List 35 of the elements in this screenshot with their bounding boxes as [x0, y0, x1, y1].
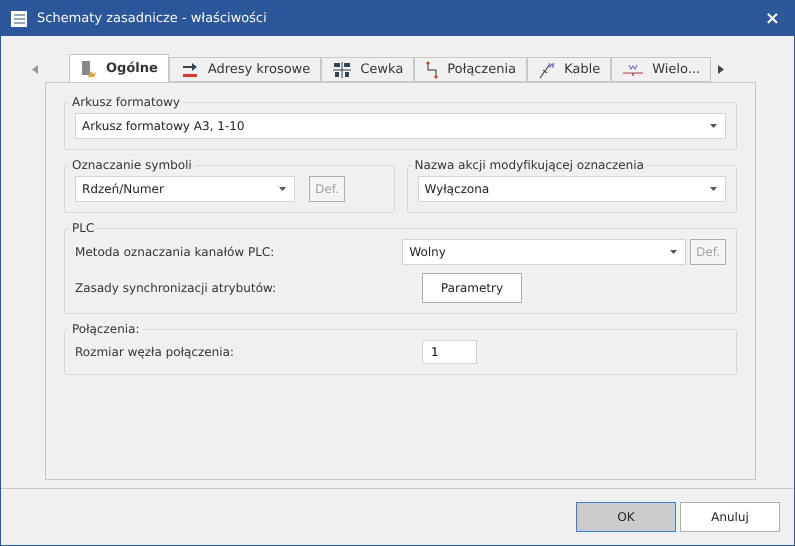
dropdown[interactable]: Rdzeń/Numer [75, 176, 295, 202]
building-icon [80, 60, 98, 78]
field-label: Metoda oznaczania kanałów PLC: [75, 245, 276, 259]
coil-symbol-icon [332, 60, 352, 78]
multiwire-icon [622, 62, 644, 76]
group-title: PLC [71, 221, 96, 235]
ok-button[interactable]: OK [576, 502, 676, 532]
group-title: Arkusz formatowy [71, 95, 181, 109]
dropdown[interactable]: Wolny [402, 239, 686, 265]
dropdown-caret-icon [279, 187, 286, 191]
dropdown-caret-icon [670, 250, 677, 254]
window-title: Schematy zasadnicze - właściwości [37, 11, 268, 26]
scroll-right-icon[interactable] [718, 64, 724, 74]
field-label: Zasady synchronizacji atrybutów: [75, 281, 278, 295]
parameters-button[interactable]: Parametry [422, 273, 522, 303]
dropdown-caret-icon [710, 124, 717, 128]
connection-line-icon [425, 60, 440, 78]
tab[interactable]: Ogólne [69, 54, 169, 82]
dropdown-caret-icon [710, 187, 717, 191]
cancel-button[interactable]: Anuluj [680, 502, 780, 532]
group-title: Nazwa akcji modyfikującej oznaczenia [414, 158, 645, 172]
tab[interactable]: Adresy krosowe [168, 57, 322, 82]
group-title: Oznaczanie symboli [71, 158, 193, 172]
field-label: Rozmiar węzła połączenia: [75, 345, 235, 359]
tab[interactable]: Wielo... [611, 57, 712, 82]
list-icon [11, 10, 27, 26]
tab[interactable]: Połączenia [414, 57, 528, 82]
tab[interactable]: Cewka [321, 57, 414, 82]
cable-icon [538, 60, 556, 78]
dropdown[interactable]: Wyłączona [418, 176, 726, 202]
tab[interactable]: Kable [527, 57, 612, 82]
input-field[interactable]: 1 [422, 340, 477, 364]
group-title: Połączenia: [71, 322, 141, 336]
dropdown[interactable]: Arkusz formatowy A3, 1-10 [75, 113, 726, 139]
close-button[interactable]: × [760, 8, 784, 29]
